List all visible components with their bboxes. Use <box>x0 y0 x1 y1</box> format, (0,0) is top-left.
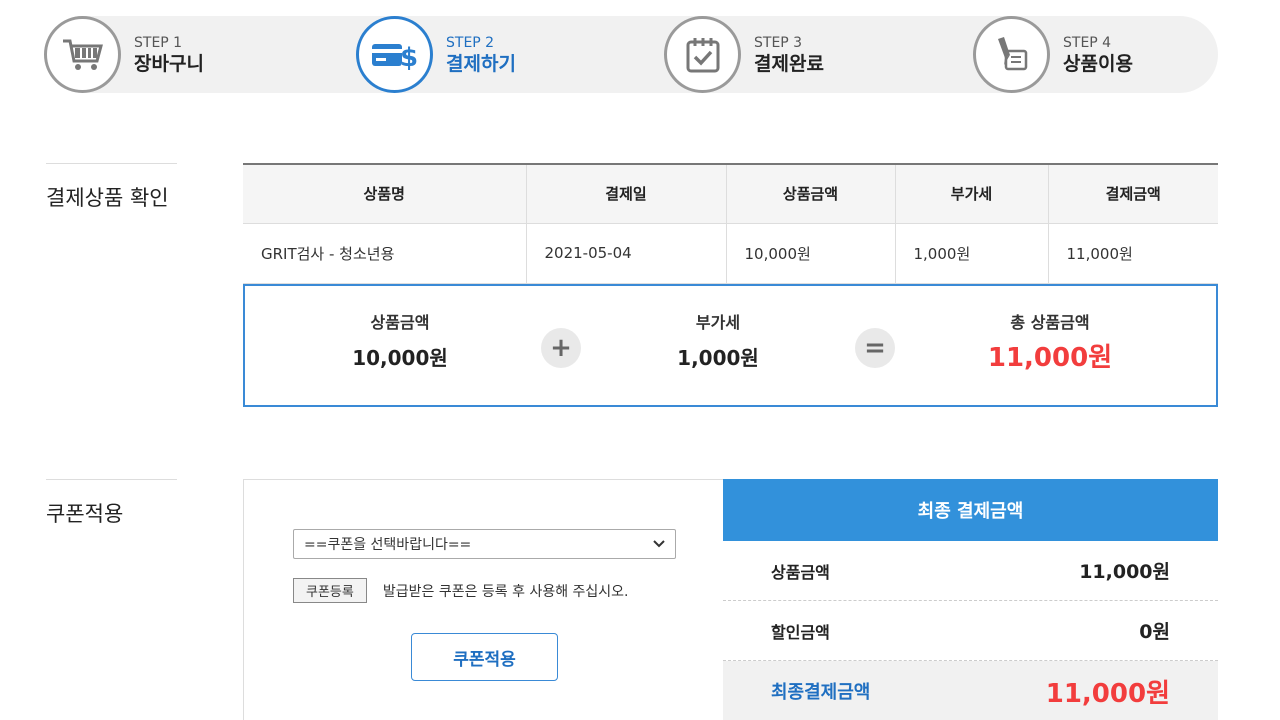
final-row-total: 최종결제금액 11,000원 <box>723 661 1218 720</box>
step-cart: STEP 1 장바구니 <box>44 16 204 93</box>
summary-total-value: 11,000원 <box>987 343 1113 373</box>
coupon-register-button[interactable]: 쿠폰등록 <box>293 578 367 603</box>
coupon-register-note: 발급받은 쿠폰은 등록 후 사용해 주십시오. <box>382 583 629 600</box>
calendar-check-icon <box>664 16 741 93</box>
card-dollar-icon: $ <box>356 16 433 93</box>
vat-cell: 1,000원 <box>894 222 1049 284</box>
payment-amount-cell: 11,000원 <box>1047 222 1218 284</box>
summary-price-value: 10,000원 <box>352 346 448 370</box>
final-row-value: 0원 <box>1139 621 1170 643</box>
coupon-apply-button[interactable]: 쿠폰적용 <box>411 633 558 681</box>
step-label: 상품이용 <box>1063 52 1133 75</box>
checkout-steps: STEP 1 장바구니 $ STEP 2 결제하기 STEP 3 결제완료 ST… <box>44 16 1218 93</box>
summary-price: 상품금액 10,000원 <box>340 310 460 372</box>
svg-text:$: $ <box>400 43 418 72</box>
cart-icon <box>44 16 121 93</box>
final-row-price: 상품금액 11,000원 <box>723 541 1218 601</box>
final-payment-panel: 최종 결제금액 상품금액 11,000원 할인금액 0원 최종결제금액 11,0… <box>723 479 1218 720</box>
final-row-value: 11,000원 <box>1079 561 1170 583</box>
plus-icon: + <box>541 328 581 368</box>
step-payment: $ STEP 2 결제하기 <box>356 16 516 93</box>
step-number: STEP 2 <box>446 34 495 51</box>
summary-total: 총 상품금액 11,000원 <box>965 310 1135 372</box>
table-header-row: 상품명 결제일 상품금액 부가세 결제금액 <box>243 164 1218 224</box>
section-title-coupon: 쿠폰적용 <box>46 479 177 528</box>
chevron-down-icon <box>653 540 665 548</box>
summary-vat: 부가세 1,000원 <box>658 310 778 372</box>
coupon-select-value: ==쿠폰을 선택바랍니다== <box>304 537 472 553</box>
final-row-discount: 할인금액 0원 <box>723 601 1218 661</box>
column-header: 결제금액 <box>1047 164 1218 224</box>
table-row: GRIT검사 - 청소년용 2021-05-04 10,000원 1,000원 … <box>243 222 1218 284</box>
final-payment-title: 최종 결제금액 <box>723 479 1218 541</box>
step-use: STEP 4 상품이용 <box>973 16 1133 93</box>
step-complete: STEP 3 결제완료 <box>664 16 824 93</box>
coupon-register-row: 쿠폰등록 발급받은 쿠폰은 등록 후 사용해 주십시오. <box>293 578 629 603</box>
coupon-panel: ==쿠폰을 선택바랍니다== 쿠폰등록 발급받은 쿠폰은 등록 후 사용해 주십… <box>243 479 723 720</box>
product-name-cell: GRIT검사 - 청소년용 <box>243 222 527 284</box>
payment-date-cell: 2021-05-04 <box>525 222 727 284</box>
coupon-select[interactable]: ==쿠폰을 선택바랍니다== <box>293 529 676 559</box>
step-label: 결제완료 <box>754 52 824 75</box>
final-row-label: 상품금액 <box>771 562 830 582</box>
summary-vat-label: 부가세 <box>695 313 741 332</box>
step-number: STEP 3 <box>754 34 803 51</box>
summary-price-label: 상품금액 <box>370 313 430 332</box>
section-title-product: 결제상품 확인 <box>46 163 177 212</box>
product-price-cell: 10,000원 <box>725 222 896 284</box>
final-total-value: 11,000원 <box>1045 678 1170 709</box>
price-summary-box: 상품금액 10,000원 + 부가세 1,000원 = 총 상품금액 11,00… <box>243 284 1218 407</box>
summary-total-label: 총 상품금액 <box>1010 313 1090 332</box>
final-row-label: 할인금액 <box>771 622 830 642</box>
summary-vat-value: 1,000원 <box>677 346 759 370</box>
column-header: 부가세 <box>894 164 1049 224</box>
column-header: 결제일 <box>525 164 727 224</box>
step-label: 결제하기 <box>446 52 516 75</box>
pen-document-icon <box>973 16 1050 93</box>
step-label: 장바구니 <box>134 52 204 75</box>
step-number: STEP 1 <box>134 34 183 51</box>
column-header: 상품금액 <box>725 164 896 224</box>
product-table: 상품명 결제일 상품금액 부가세 결제금액 GRIT검사 - 청소년용 2021… <box>243 163 1218 284</box>
final-total-label: 최종결제금액 <box>771 682 871 703</box>
column-header: 상품명 <box>243 164 527 224</box>
step-number: STEP 4 <box>1063 34 1112 51</box>
equals-icon: = <box>855 328 895 368</box>
